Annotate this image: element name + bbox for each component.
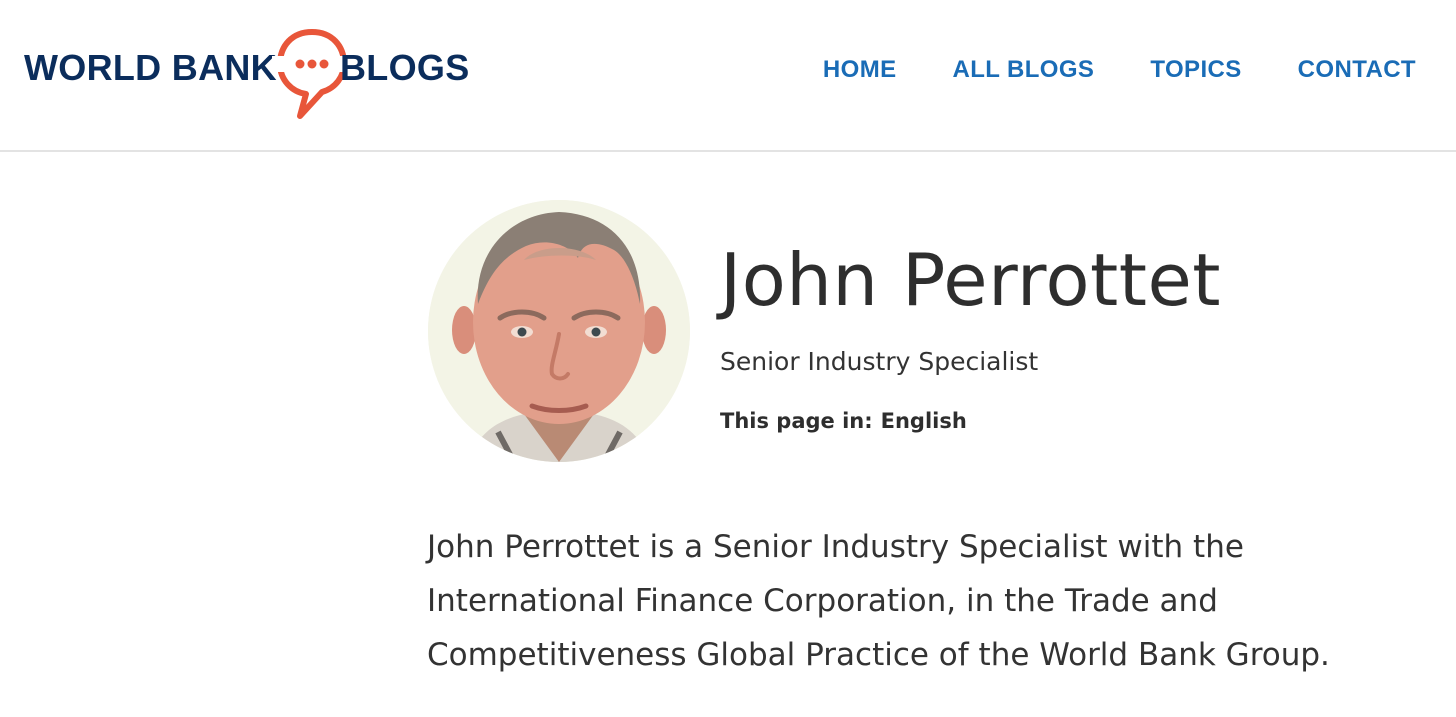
language-selector: This page in: English	[720, 406, 967, 436]
language-label: This page in:	[720, 409, 873, 433]
language-english-link[interactable]: English	[881, 406, 967, 436]
author-profile: John Perrottet Senior Industry Specialis…	[428, 200, 1408, 470]
main-nav: HOME ALL BLOGS TOPICS CONTACT	[823, 52, 1416, 88]
bio-line: International Finance Corporation, in th…	[427, 583, 1218, 619]
author-avatar	[428, 200, 690, 462]
logo-text-blogs: BLOGS	[340, 47, 470, 88]
nav-contact[interactable]: CONTACT	[1298, 52, 1416, 88]
logo-text-world-bank: WORLD BANK	[24, 47, 277, 88]
nav-topics[interactable]: TOPICS	[1150, 52, 1241, 88]
author-bio: John Perrottet is a Senior Industry Spec…	[427, 520, 1407, 682]
bio-line: Competitiveness Global Practice of the W…	[427, 637, 1330, 673]
bio-line: John Perrottet is a Senior Industry Spec…	[427, 529, 1244, 565]
author-photo	[428, 200, 690, 462]
world-bank-blogs-logo[interactable]: WORLD BANK BLOGS	[24, 26, 474, 122]
site-header: WORLD BANK BLOGS HOME ALL BLOGS TOPICS C…	[0, 0, 1456, 152]
author-name: John Perrottet	[720, 238, 1221, 322]
nav-home[interactable]: HOME	[823, 52, 897, 88]
author-role: Senior Industry Specialist	[720, 347, 1039, 376]
nav-all-blogs[interactable]: ALL BLOGS	[953, 52, 1095, 88]
